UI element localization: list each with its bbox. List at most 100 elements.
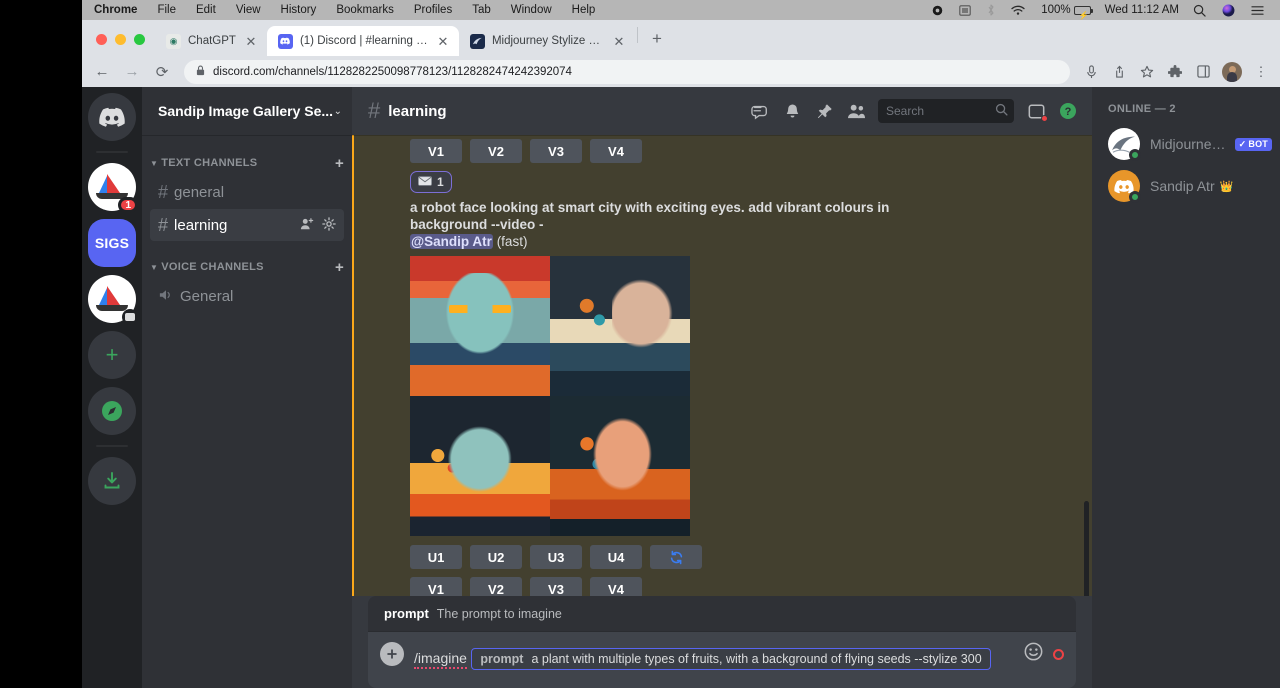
member-row-sandip-atr[interactable]: Sandip Atr 👑: [1108, 165, 1272, 207]
siri-icon[interactable]: [1214, 4, 1243, 17]
help-icon[interactable]: ?: [1052, 95, 1084, 127]
bookmark-star-icon[interactable]: [1134, 59, 1160, 85]
prompt-option-pill[interactable]: prompt a plant with multiple types of fr…: [471, 648, 990, 670]
sidebar-item-sigs-server[interactable]: SIGS: [88, 219, 136, 267]
create-channel-button[interactable]: +: [335, 260, 344, 275]
close-tab-icon[interactable]: ✕: [243, 33, 259, 49]
grid-image-3[interactable]: [410, 396, 550, 536]
mic-icon[interactable]: [1078, 59, 1104, 85]
u1-button[interactable]: U1: [410, 545, 462, 569]
clock[interactable]: Wed 11:12 AM: [1099, 4, 1185, 16]
menu-bookmarks[interactable]: Bookmarks: [326, 0, 404, 20]
minimize-window-button[interactable]: [115, 34, 126, 45]
online-status-indicator: [1129, 149, 1141, 161]
v4-button[interactable]: V4: [590, 577, 642, 596]
menu-help[interactable]: Help: [562, 0, 606, 20]
sidebar-item-sailboat-server-2[interactable]: [88, 275, 136, 323]
user-mention[interactable]: @Sandip Atr: [410, 234, 493, 249]
menu-file[interactable]: File: [147, 0, 186, 20]
threads-icon[interactable]: [744, 95, 776, 127]
tab-midjourney[interactable]: Midjourney Stylize Parameter ✕: [459, 26, 635, 56]
profile-avatar[interactable]: [1222, 62, 1242, 82]
menu-window[interactable]: Window: [501, 0, 562, 20]
v4-button[interactable]: V4: [590, 139, 642, 163]
u3-button[interactable]: U3: [530, 545, 582, 569]
server-label: SIGS: [88, 219, 136, 267]
extensions-icon[interactable]: [1162, 59, 1188, 85]
search-input[interactable]: Search: [878, 99, 1014, 123]
member-row-midjourney-bot[interactable]: Midjourney Bot ✓BOT: [1108, 123, 1272, 165]
more-menu-icon[interactable]: ⋮: [1248, 59, 1274, 85]
guild-header[interactable]: Sandip Image Gallery Se... ⌄: [142, 87, 352, 135]
back-button[interactable]: ←: [88, 58, 116, 86]
address-bar[interactable]: discord.com/channels/1128282250098778123…: [184, 60, 1070, 84]
create-channel-button[interactable]: +: [335, 156, 344, 171]
input-content[interactable]: /imagine prompt a plant with multiple ty…: [414, 640, 1014, 670]
menu-tab[interactable]: Tab: [462, 0, 501, 20]
invite-icon[interactable]: [300, 217, 314, 234]
v1-button[interactable]: V1: [410, 139, 462, 163]
reload-button[interactable]: ⟳: [148, 58, 176, 86]
v2-button[interactable]: V2: [470, 577, 522, 596]
v2-button[interactable]: V2: [470, 139, 522, 163]
message-input-box[interactable]: /imagine prompt a plant with multiple ty…: [368, 632, 1076, 688]
share-icon[interactable]: [1106, 59, 1132, 85]
message-group-mention: V1 V2 V3 V4 1 a robot face lo: [352, 135, 1092, 596]
sidebar-item-home[interactable]: [88, 93, 136, 141]
sidebar-item-learning[interactable]: # learning: [150, 209, 344, 241]
sidebar-item-general[interactable]: # general: [150, 176, 344, 208]
control-center-icon[interactable]: [1243, 5, 1272, 16]
tab-chatgpt[interactable]: ◉ ChatGPT ✕: [155, 26, 267, 56]
category-text-channels[interactable]: ▼ TEXT CHANNELS +: [142, 151, 352, 175]
message-scroll-area[interactable]: V1 V2 V3 V4 1 a robot face lo: [352, 135, 1092, 596]
menu-view[interactable]: View: [226, 0, 271, 20]
tab-discord[interactable]: (1) Discord | #learning | Sandip ✕: [267, 26, 459, 56]
wifi-icon[interactable]: [1003, 5, 1033, 16]
explore-servers-button[interactable]: [88, 387, 136, 435]
bot-check-icon: ✓: [1239, 139, 1247, 150]
speed-label: (fast): [497, 234, 528, 249]
message-scrollbar[interactable]: [1084, 501, 1089, 596]
sidepanel-icon[interactable]: [1190, 59, 1216, 85]
close-tab-icon[interactable]: ✕: [611, 33, 627, 49]
reaction-envelope-top[interactable]: 1: [410, 171, 452, 193]
close-window-button[interactable]: [96, 34, 107, 45]
member-list-icon[interactable]: [840, 95, 872, 127]
v3-button[interactable]: V3: [530, 139, 582, 163]
record-icon[interactable]: [1053, 649, 1064, 660]
menu-profiles[interactable]: Profiles: [404, 0, 462, 20]
new-tab-button[interactable]: +: [644, 26, 670, 52]
reroll-button[interactable]: [650, 545, 702, 569]
v3-button[interactable]: V3: [530, 577, 582, 596]
grid-image-1[interactable]: [410, 256, 550, 396]
inbox-icon[interactable]: [1020, 95, 1052, 127]
category-voice-channels[interactable]: ▼ VOICE CHANNELS +: [142, 255, 352, 279]
settings-gear-icon[interactable]: [322, 217, 336, 234]
u4-button[interactable]: U4: [590, 545, 642, 569]
notifications-bell-icon[interactable]: [776, 95, 808, 127]
spotlight-search-icon[interactable]: [1185, 4, 1214, 17]
forward-button[interactable]: →: [118, 58, 146, 86]
upload-plus-icon[interactable]: [380, 642, 404, 666]
download-apps-button[interactable]: [88, 457, 136, 505]
u2-button[interactable]: U2: [470, 545, 522, 569]
sidebar-item-voice-general[interactable]: General: [150, 280, 344, 312]
grid-image-4[interactable]: [550, 396, 690, 536]
grid-image-2[interactable]: [550, 256, 690, 396]
battery-icon[interactable]: 100% ⚡: [1033, 0, 1098, 20]
record-icon[interactable]: [924, 5, 951, 16]
v1-button[interactable]: V1: [410, 577, 462, 596]
midjourney-image-grid[interactable]: [410, 256, 690, 536]
menu-edit[interactable]: Edit: [186, 0, 226, 20]
command-hint-bar: prompt The prompt to imagine: [368, 596, 1076, 632]
screen-icon[interactable]: [951, 5, 979, 16]
sidebar-item-sailboat-server-1[interactable]: 1: [88, 163, 136, 211]
emoji-icon[interactable]: [1024, 642, 1043, 666]
pinned-messages-icon[interactable]: [808, 95, 840, 127]
add-server-button[interactable]: +: [88, 331, 136, 379]
menu-history[interactable]: History: [271, 0, 327, 20]
maximize-window-button[interactable]: [134, 34, 145, 45]
bluetooth-icon[interactable]: [979, 4, 1003, 16]
menu-chrome[interactable]: Chrome: [88, 0, 147, 20]
close-tab-icon[interactable]: ✕: [435, 33, 451, 49]
